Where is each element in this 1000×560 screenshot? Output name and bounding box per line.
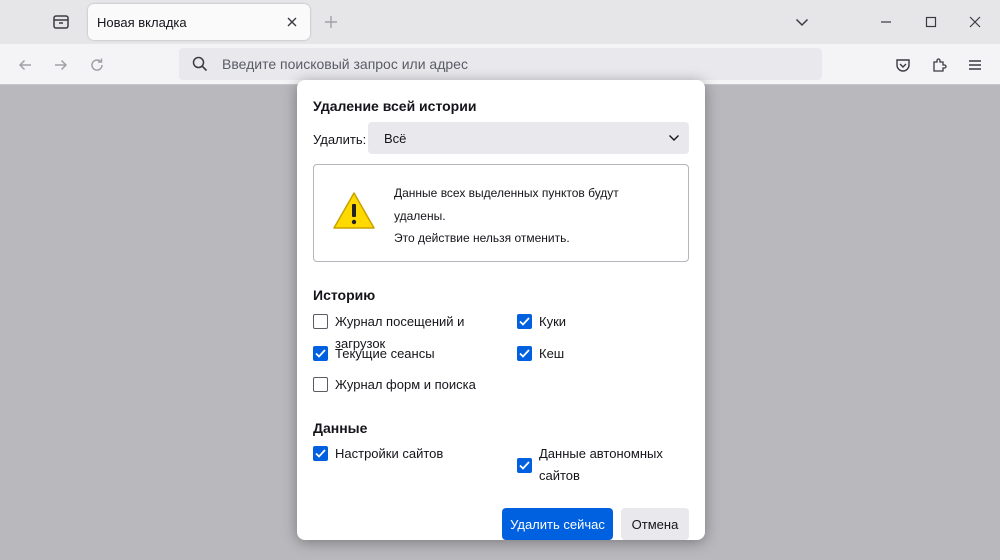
minimize-icon [881, 21, 891, 23]
tab-list-icon [53, 15, 69, 29]
chevron-down-icon [669, 135, 679, 141]
checkbox-label: Текущие сеансы [335, 346, 435, 361]
checkmark-icon [519, 349, 530, 358]
cancel-button[interactable]: Отмена [621, 508, 689, 540]
checkbox-site-settings[interactable]: Настройки сайтов [313, 443, 485, 465]
checkbox-form-search-history[interactable]: Журнал форм и поиска [313, 374, 515, 396]
close-icon [969, 16, 981, 28]
clear-now-button[interactable]: Удалить сейчас [502, 508, 613, 540]
chevron-down-icon [795, 18, 809, 27]
time-range-value: Всё [384, 130, 407, 146]
warning-line: Данные всех выделенных пунктов будут [394, 186, 619, 200]
checkbox-cookies[interactable]: Куки [517, 311, 689, 333]
clear-history-dialog: Удаление всей истории Удалить: Всё Данны… [297, 80, 705, 540]
close-window-button[interactable] [955, 4, 995, 40]
checkbox-box[interactable] [517, 346, 532, 361]
plus-icon [325, 16, 337, 28]
checkmark-icon [519, 317, 530, 326]
maximize-button[interactable] [911, 4, 951, 40]
warning-line: Это действие нельзя отменить. [394, 231, 570, 245]
checkbox-cache[interactable]: Кеш [517, 343, 689, 365]
extensions-icon [933, 58, 947, 72]
warning-text: Данные всех выделенных пунктов будут уда… [394, 182, 674, 250]
warning-line: удалены. [394, 208, 446, 223]
search-icon [192, 56, 208, 72]
checkbox-label: Журнал форм и поиска [335, 377, 476, 392]
checkbox-box[interactable] [313, 346, 328, 361]
new-tab-button[interactable] [318, 9, 344, 35]
navigation-toolbar [0, 44, 1000, 85]
reload-icon [91, 58, 103, 71]
checkmark-icon [519, 460, 530, 470]
checkbox-box[interactable] [313, 314, 328, 329]
tab-bar: Новая вкладка [0, 0, 1000, 44]
dialog-title: Удаление всей истории [313, 98, 477, 114]
checkbox-box[interactable] [517, 457, 532, 473]
address-bar[interactable] [179, 48, 822, 80]
menu-icon [969, 60, 981, 70]
back-arrow-icon [18, 59, 31, 71]
application-menu-button[interactable] [960, 50, 990, 80]
close-icon [287, 17, 297, 27]
checkbox-offline-website-data[interactable]: Данные автономных сайтов [517, 443, 669, 487]
data-section-heading: Данные [313, 420, 368, 436]
extensions-button[interactable] [924, 50, 954, 80]
checkmark-icon [315, 349, 326, 358]
checkmark-icon [315, 449, 326, 458]
tab-close-button[interactable] [280, 10, 304, 34]
warning-icon [333, 192, 375, 229]
tab-title: Новая вкладка [97, 14, 187, 30]
list-all-tabs-button[interactable] [782, 4, 822, 40]
history-section-heading: Историю [313, 287, 376, 303]
warning-box: Данные всех выделенных пунктов будут уда… [313, 164, 689, 262]
time-range-select[interactable]: Всё [368, 122, 689, 154]
checkbox-label: Данные автономных сайтов [539, 446, 663, 483]
maximize-icon [925, 16, 937, 28]
pocket-icon [896, 59, 910, 72]
address-input[interactable] [222, 56, 782, 72]
checkbox-box[interactable] [517, 314, 532, 329]
time-range-label: Удалить: [313, 132, 367, 147]
tab-list-button[interactable] [46, 8, 76, 36]
checkbox-box[interactable] [313, 446, 328, 461]
forward-arrow-icon [55, 59, 68, 71]
save-to-pocket-button[interactable] [888, 50, 918, 80]
tab-new-tab[interactable]: Новая вкладка [88, 4, 310, 40]
back-button[interactable] [10, 50, 40, 80]
checkbox-box[interactable] [313, 377, 328, 392]
minimize-button[interactable] [866, 4, 906, 40]
checkbox-label: Настройки сайтов [335, 446, 444, 461]
checkbox-label: Куки [539, 314, 567, 329]
reload-button[interactable] [82, 50, 112, 80]
checkbox-active-logins[interactable]: Текущие сеансы [313, 343, 485, 365]
forward-button[interactable] [46, 50, 76, 80]
checkbox-label: Кеш [539, 346, 565, 361]
